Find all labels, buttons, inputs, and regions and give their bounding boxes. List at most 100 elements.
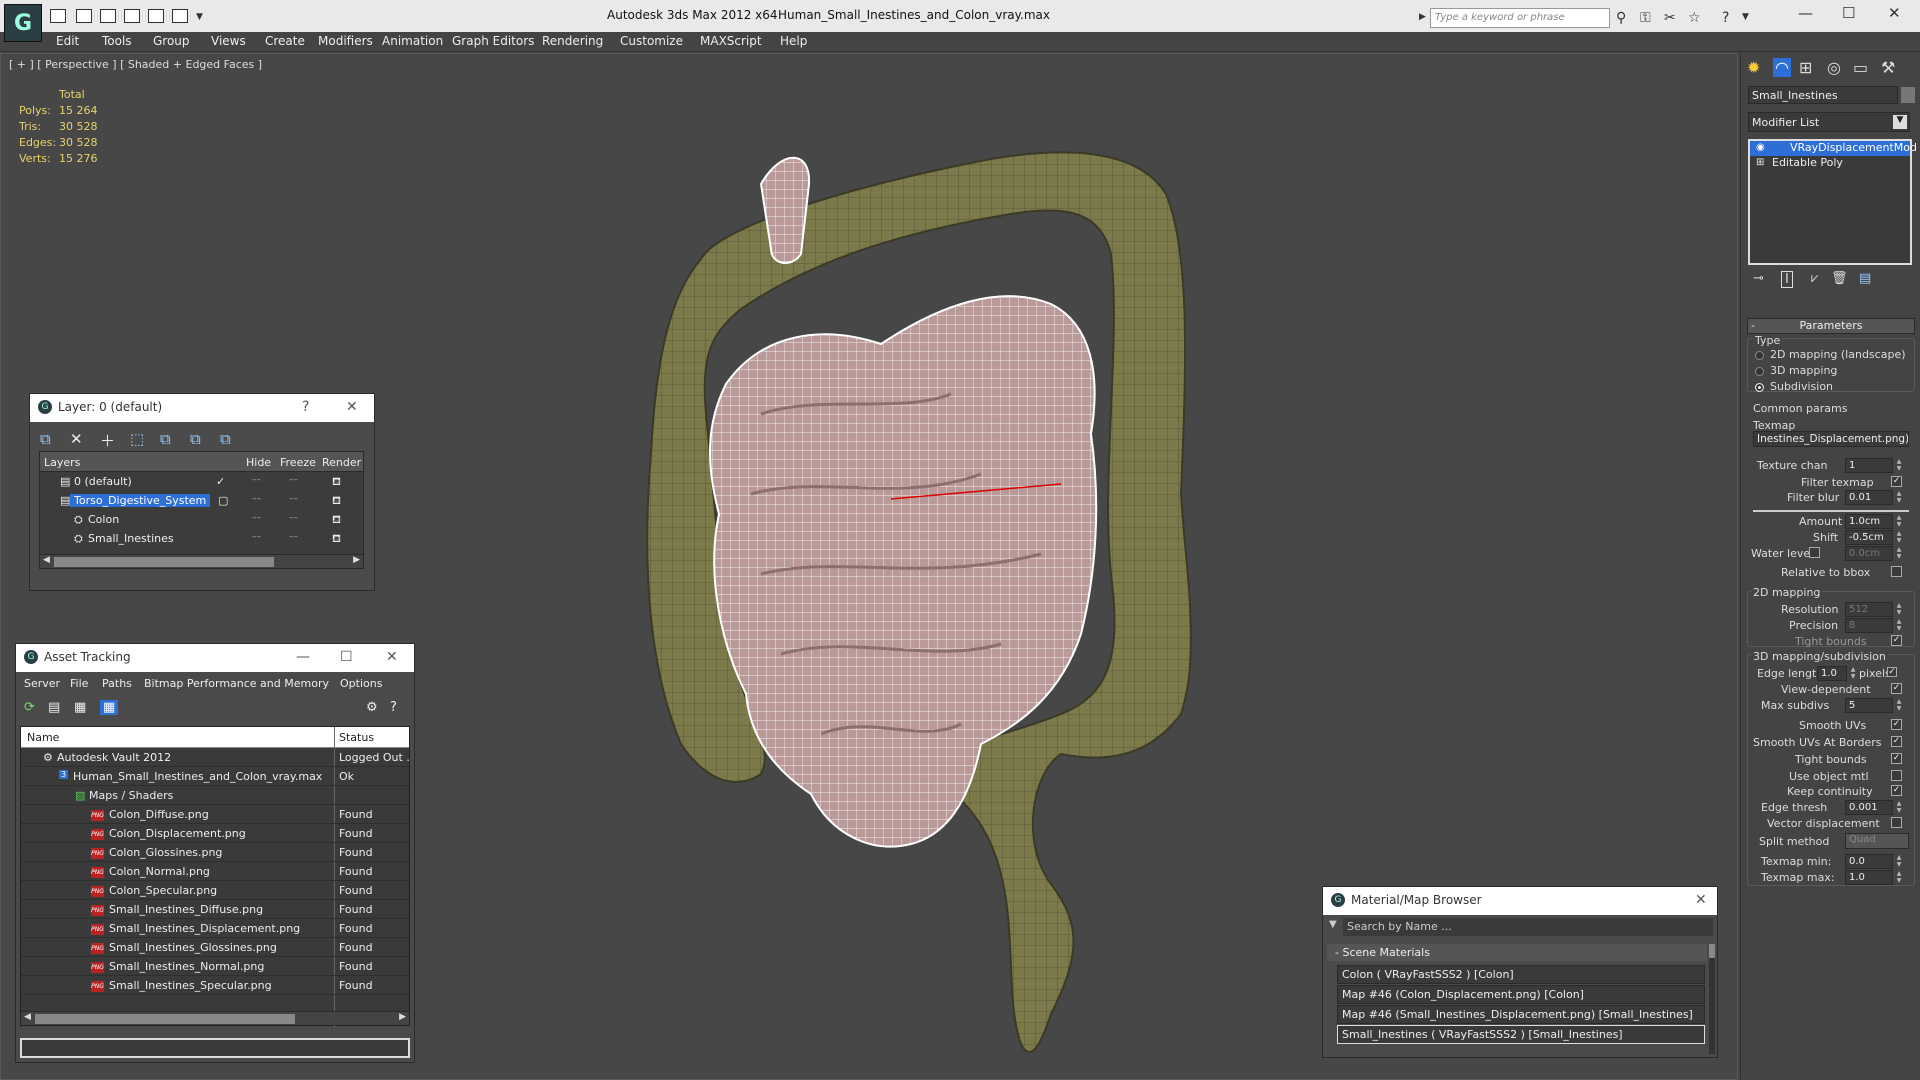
relative-bbox-checkbox[interactable] bbox=[1891, 566, 1902, 577]
collapse-icon[interactable]: - bbox=[1751, 319, 1755, 332]
asset-menu-file[interactable]: File bbox=[70, 677, 88, 690]
layer-dialog-titlebar[interactable]: G Layer: 0 (default) ? ✕ bbox=[30, 394, 374, 422]
menu-customize[interactable]: Customize bbox=[620, 34, 683, 48]
scrollbar-thumb[interactable] bbox=[1709, 944, 1715, 958]
column-hide[interactable]: Hide bbox=[246, 456, 271, 469]
radio-subdivision[interactable]: Subdivision bbox=[1755, 380, 1833, 393]
texmap-max-spinner[interactable]: 1.0 bbox=[1845, 870, 1893, 885]
create-layer-icon[interactable]: ⧉ bbox=[40, 430, 51, 448]
key-icon[interactable]: ⚿ bbox=[1640, 10, 1651, 26]
scrollbar-thumb[interactable] bbox=[35, 1014, 295, 1024]
material-item[interactable]: Map #46 (Colon_Displacement.png) [Colon] bbox=[1337, 985, 1705, 1004]
chevron-down-icon[interactable]: ▼ bbox=[1893, 115, 1907, 129]
scrollbar-thumb[interactable] bbox=[54, 557, 274, 567]
select-layer-icon[interactable]: ⧉ bbox=[160, 430, 171, 448]
hierarchy-tab-icon[interactable]: ⊞ bbox=[1799, 58, 1812, 77]
layer-row[interactable]: ▤ 0 (default) ✓ –– –– ⛾ bbox=[40, 472, 363, 491]
spinner-arrows-icon[interactable]: ▲ ▼ bbox=[1849, 666, 1857, 681]
smooth-uvs-borders-checkbox[interactable]: ✓ bbox=[1891, 736, 1902, 747]
maximize-icon[interactable]: ☐ bbox=[1842, 4, 1855, 22]
spinner-arrows-icon[interactable]: ▲ ▼ bbox=[1895, 854, 1903, 869]
browser-options-dropdown-icon[interactable]: ▼ bbox=[1329, 919, 1337, 930]
spinner-arrows-icon[interactable]: ▲ ▼ bbox=[1895, 490, 1903, 505]
hide-all-layers-icon[interactable]: ⧉ bbox=[220, 430, 231, 448]
collapse-icon[interactable]: - bbox=[1335, 946, 1339, 959]
spinner-arrows-icon[interactable]: ▲ ▼ bbox=[1895, 800, 1903, 815]
freeze-toggle[interactable]: –– bbox=[289, 475, 298, 485]
edge-thresh-spinner[interactable]: 0.001 bbox=[1845, 800, 1893, 815]
binoculars-icon[interactable]: ⚲ bbox=[1616, 10, 1626, 26]
hide-toggle[interactable]: –– bbox=[252, 532, 261, 542]
parameters-rollout[interactable]: - Parameters bbox=[1747, 318, 1915, 334]
freeze-toggle[interactable]: –– bbox=[289, 494, 298, 504]
material-item[interactable]: Colon ( VRayFastSSS2 ) [Colon] bbox=[1337, 965, 1705, 984]
filter-blur-spinner[interactable]: 0.01 bbox=[1845, 490, 1893, 505]
tight-bounds-checkbox[interactable]: ✓ bbox=[1891, 635, 1902, 646]
object-name-field[interactable]: Small_Inestines bbox=[1748, 86, 1898, 104]
table-row[interactable]: PNG Small_Inestines_Displacement.png Found bbox=[21, 919, 409, 938]
vector-displacement-checkbox[interactable] bbox=[1891, 817, 1902, 828]
menu-modifiers[interactable]: Modifiers bbox=[318, 34, 373, 48]
smooth-uvs-checkbox[interactable]: ✓ bbox=[1891, 719, 1902, 730]
lightbulb-icon[interactable]: ◉ bbox=[1756, 142, 1765, 153]
shift-spinner[interactable]: -0.5cm bbox=[1845, 530, 1893, 545]
menu-tools[interactable]: Tools bbox=[102, 34, 132, 48]
asset-menu-paths[interactable]: Paths bbox=[102, 677, 132, 690]
spinner-arrows-icon[interactable]: ▲ ▼ bbox=[1895, 458, 1903, 473]
table-row[interactable]: PNG Colon_Diffuse.png Found bbox=[21, 805, 409, 824]
set-current-layer-icon[interactable]: ⧉ bbox=[190, 430, 201, 448]
column-render[interactable]: Render bbox=[322, 456, 361, 469]
layer-row[interactable]: ⛭ Small_Inestines –– –– ⛾ bbox=[40, 529, 363, 548]
modify-tab-icon[interactable]: ◠ bbox=[1773, 58, 1791, 77]
hold-icon[interactable] bbox=[100, 9, 116, 23]
hide-toggle[interactable]: –– bbox=[252, 513, 261, 523]
object-color-swatch[interactable] bbox=[1901, 87, 1915, 103]
table-row[interactable]: 3 Human_Small_Inestines_and_Colon_vray.ma… bbox=[21, 767, 409, 786]
favorites-star-icon[interactable]: ☆ bbox=[1688, 10, 1701, 26]
create-tab-icon[interactable]: ✹ bbox=[1747, 58, 1760, 77]
asset-minimize-icon[interactable]: — bbox=[296, 649, 310, 665]
layer-dialog-help-icon[interactable]: ? bbox=[302, 399, 309, 415]
vault-status-icon[interactable]: ⚙ bbox=[366, 700, 378, 715]
remove-modifier-icon[interactable]: 🗑 bbox=[1831, 271, 1848, 286]
texmap-button[interactable]: Inestines_Displacement.png) bbox=[1753, 431, 1909, 447]
asset-path-field[interactable] bbox=[20, 1038, 410, 1058]
thumbnail-view-icon[interactable]: ▦ bbox=[74, 700, 86, 715]
spinner-arrows-icon[interactable]: ▲ ▼ bbox=[1895, 546, 1903, 561]
menu-help[interactable]: Help bbox=[780, 34, 807, 48]
open-file-icon[interactable] bbox=[50, 9, 66, 23]
utilities-tab-icon[interactable]: ⚒ bbox=[1881, 58, 1895, 77]
layer-list-scrollbar[interactable]: ◀ ▶ bbox=[40, 554, 363, 568]
motion-tab-icon[interactable]: ◎ bbox=[1827, 58, 1841, 77]
redo-icon[interactable] bbox=[172, 9, 188, 23]
resolution-spinner[interactable]: 512 bbox=[1845, 602, 1893, 617]
help-icon[interactable]: ? bbox=[1722, 10, 1729, 26]
save-file-icon[interactable] bbox=[76, 9, 92, 23]
radio-3d-mapping[interactable]: 3D mapping bbox=[1755, 364, 1837, 377]
table-row[interactable]: PNG Small_Inestines_Diffuse.png Found bbox=[21, 900, 409, 919]
spinner-arrows-icon[interactable]: ▲ ▼ bbox=[1895, 530, 1903, 545]
table-row[interactable]: ⚙ Autodesk Vault 2012 Logged Out . bbox=[21, 748, 410, 767]
texture-chan-spinner[interactable]: 1 bbox=[1845, 458, 1893, 473]
undo-icon[interactable] bbox=[148, 9, 164, 23]
texmap-min-spinner[interactable]: 0.0 bbox=[1845, 854, 1893, 869]
modifier-list-dropdown[interactable]: Modifier List ▼ bbox=[1748, 112, 1910, 132]
material-browser-scrollbar[interactable] bbox=[1709, 944, 1715, 1054]
exchange-icon[interactable]: ✂ bbox=[1664, 10, 1676, 26]
stack-item[interactable]: ◉ VRayDisplacementMod bbox=[1750, 141, 1917, 156]
material-item[interactable]: Small_Inestines ( VRayFastSSS2 ) [Small_… bbox=[1337, 1025, 1705, 1044]
quick-access-dropdown-icon[interactable]: ▼ bbox=[196, 12, 203, 22]
material-search-input[interactable]: Search by Name ... bbox=[1343, 918, 1713, 936]
help-dropdown-icon[interactable]: ▼ bbox=[1742, 12, 1749, 22]
delete-layer-icon[interactable]: ✕ bbox=[70, 430, 83, 448]
table-row[interactable]: PNG Small_Inestines_Normal.png Found bbox=[21, 957, 409, 976]
asset-menu-options[interactable]: Options bbox=[340, 677, 382, 690]
table-row[interactable]: PNG Colon_Displacement.png Found bbox=[21, 824, 409, 843]
menu-views[interactable]: Views bbox=[211, 34, 246, 48]
render-teapot-icon[interactable]: ⛾ bbox=[332, 513, 341, 528]
filter-texmap-checkbox[interactable]: ✓ bbox=[1891, 476, 1902, 487]
table-row[interactable]: PNG Small_Inestines_Glossines.png Found bbox=[21, 938, 409, 957]
spinner-arrows-icon[interactable]: ▲ ▼ bbox=[1895, 698, 1903, 713]
edge-length-spinner[interactable]: 1.0 bbox=[1817, 666, 1847, 681]
spinner-arrows-icon[interactable]: ▲ ▼ bbox=[1895, 602, 1903, 617]
